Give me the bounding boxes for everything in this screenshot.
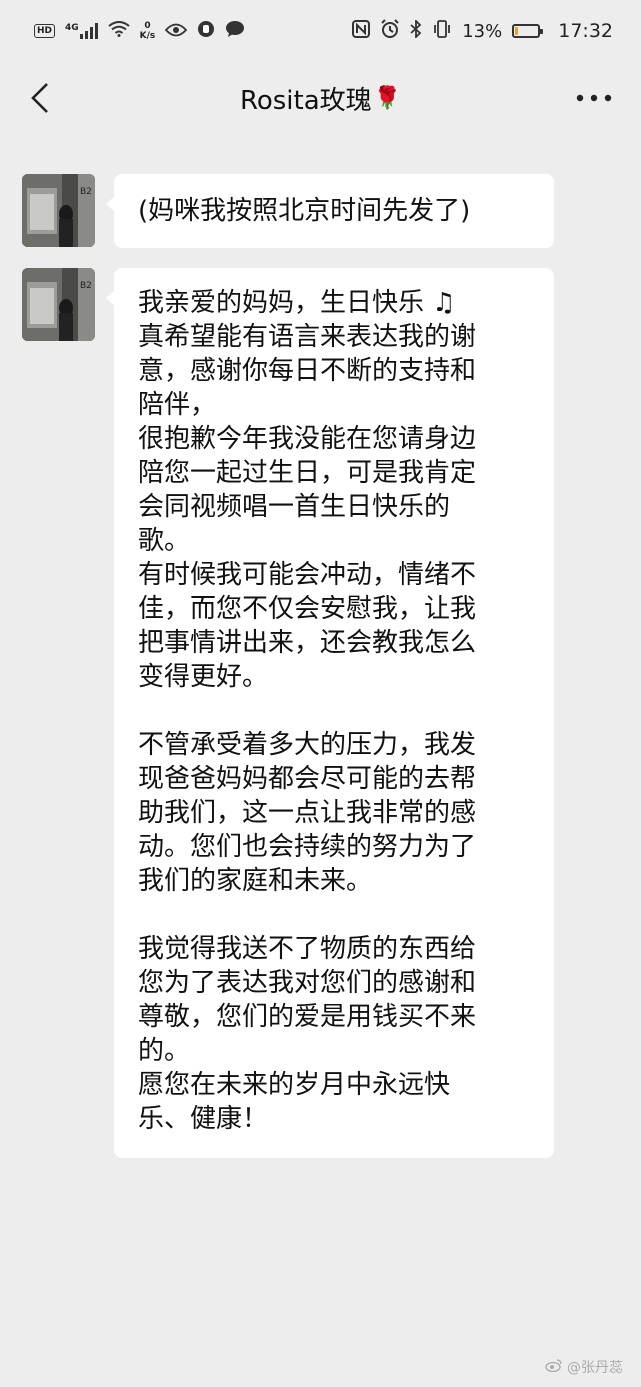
- weibo-icon: [545, 1358, 563, 1376]
- battery-fill: [515, 27, 519, 35]
- message-line: 愿您在未来的岁月中永远快: [138, 1070, 451, 1100]
- message-line: 您为了表达我对您们的感谢和: [138, 968, 477, 998]
- message-bubble[interactable]: 我亲爱的妈妈，生日快乐 ♫ 真希望能有语言来表达我的谢 意，感谢你每日不断的支持和陪…: [106, 268, 554, 1158]
- avatar[interactable]: B2: [22, 268, 95, 341]
- hand-icon: [197, 20, 215, 43]
- message-line: 会同视频唱一首生日快乐的: [138, 492, 451, 522]
- watermark-text: @张丹蕊: [567, 1360, 623, 1376]
- cellular-signal-icon: 4G: [65, 23, 98, 39]
- watermark: @张丹蕊: [545, 1357, 623, 1377]
- battery-icon: [512, 24, 544, 38]
- back-button[interactable]: [18, 76, 62, 120]
- rose-emoji: 🌹: [373, 85, 402, 111]
- message-line: 我觉得我送不了物质的东西给: [138, 934, 477, 964]
- network-speed-value: 0: [144, 21, 151, 31]
- nfc-icon: [352, 19, 371, 43]
- more-options-button[interactable]: [569, 76, 619, 120]
- status-left: HD 4G 0 K/s: [34, 20, 245, 43]
- chat-title: Rosita玫瑰 🌹: [240, 80, 401, 117]
- message-line: 尊敬，您们的爱是用钱买不来: [138, 1002, 477, 1032]
- message-line: 助我们，这一点让我非常的感: [138, 798, 477, 828]
- bluetooth-icon: [410, 18, 422, 43]
- message-line: 的。: [138, 1036, 191, 1066]
- hd-badge: HD: [34, 24, 56, 38]
- eye-icon: [165, 21, 188, 42]
- status-bar: HD 4G 0 K/s 13% 17:32: [0, 0, 641, 62]
- status-right: 13% 17:32: [352, 18, 613, 44]
- message-line: 乐、健康！: [138, 1104, 269, 1134]
- wifi-icon: [108, 20, 130, 42]
- message-line: 动。您们也会持续的努力为了: [138, 832, 477, 862]
- battery-percent: 13%: [462, 20, 503, 42]
- message-line: 变得更好。: [138, 662, 269, 692]
- message-line: 陪您一起过生日，可是我肯定: [138, 458, 477, 488]
- message-line: 有时候我可能会冲动，情绪不: [138, 560, 477, 590]
- vibrate-icon: [432, 19, 452, 43]
- message-line: 真希望能有语言来表达我的谢: [138, 322, 477, 352]
- clock: 17:32: [558, 20, 613, 42]
- message-line: 我们的家庭和未来。: [138, 866, 373, 896]
- message-line: 佳，而您不仅会安慰我，让我: [138, 594, 477, 624]
- message-line: 歌。: [138, 526, 191, 556]
- svg-text:B2: B2: [80, 281, 92, 291]
- message-line: 意，感谢你每日不断的支持和: [138, 356, 477, 386]
- chevron-left-icon: [31, 83, 48, 113]
- message-line: 陪伴，: [138, 390, 217, 420]
- network-type-label: 4G: [65, 23, 79, 33]
- message-row: B2 我亲爱的妈妈，生日快乐 ♫ 真希望能有语言来表达我的谢 意，感谢你每日不断的支…: [22, 268, 562, 1318]
- message-line: 很抱歉今年我没能在您请身边: [138, 424, 477, 454]
- network-speed: 0 K/s: [140, 21, 156, 41]
- message-line: 不管承受着多大的压力，我发: [138, 730, 477, 760]
- chat-bubble-icon: [225, 20, 245, 43]
- message-text: (妈咪我按照北京时间先发了): [138, 196, 471, 226]
- svg-text:B2: B2: [80, 187, 92, 197]
- message-line: 现爸爸妈妈都会尽可能的去帮: [138, 764, 477, 794]
- message-bubble[interactable]: (妈咪我按照北京时间先发了): [106, 174, 554, 248]
- message-line: 把事情讲出来，还会教我怎么: [138, 628, 477, 658]
- chat-header: Rosita玫瑰 🌹: [0, 62, 641, 134]
- more-dots-icon: [576, 94, 612, 102]
- alarm-icon: [380, 18, 400, 44]
- network-speed-unit: K/s: [139, 31, 156, 41]
- message-row: B2 (妈咪我按照北京时间先发了): [22, 174, 562, 248]
- contact-name: Rosita玫瑰: [239, 85, 372, 116]
- avatar[interactable]: B2: [22, 174, 95, 247]
- message-line: 我亲爱的妈妈，生日快乐 ♫: [138, 288, 456, 318]
